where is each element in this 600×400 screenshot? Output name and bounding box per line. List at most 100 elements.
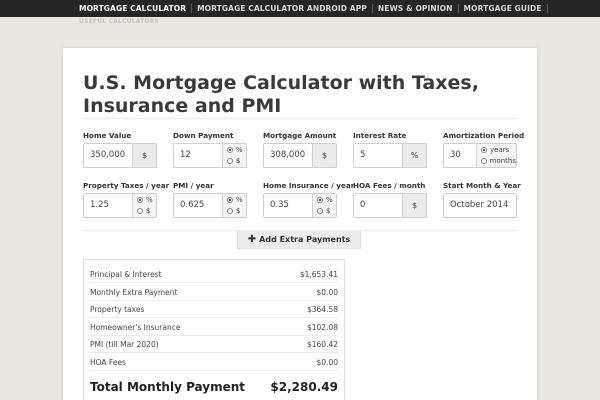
- radio-selected-icon: [317, 197, 323, 203]
- page-title: U.S. Mortgage Calculator with Taxes, Ins…: [83, 72, 479, 117]
- home-insurance-field: Home Insurance / year 0.35 % $: [263, 181, 354, 218]
- down-payment-field: Down Payment 12 % $: [173, 131, 247, 168]
- radio-unselected-icon: [227, 158, 233, 164]
- start-month-field: Start Month & Year October 2014: [443, 181, 521, 218]
- nav-item-mortgage-calculator[interactable]: MORTGAGE CALCULATOR: [74, 4, 191, 13]
- total-label: Total Monthly Payment: [90, 380, 246, 394]
- home-value-input[interactable]: 350,000: [83, 143, 133, 168]
- home-insurance-input[interactable]: 0.35: [263, 193, 313, 218]
- radio-selected-icon: [481, 147, 487, 153]
- down-payment-dollar-option[interactable]: $: [227, 156, 246, 167]
- row-label: Property taxes: [90, 304, 145, 314]
- property-taxes-input[interactable]: 1.25: [83, 193, 133, 218]
- radio-label: $: [236, 157, 241, 165]
- payment-breakdown-table: Principal & Interest $1,653.41 Monthly E…: [83, 259, 345, 400]
- interest-rate-field: Interest Rate 5 %: [353, 131, 427, 168]
- radio-unselected-icon: [137, 208, 143, 214]
- home-value-label: Home Value: [83, 131, 132, 140]
- row-value: $0.00: [316, 357, 338, 367]
- property-taxes-percent-option[interactable]: %: [137, 195, 156, 206]
- top-nav-items: MORTGAGE CALCULATOR MORTGAGE CALCULATOR …: [74, 0, 548, 17]
- radio-label: $: [146, 207, 151, 215]
- row-label: Homeowner's Insurance: [90, 322, 181, 332]
- radio-label: years: [490, 146, 510, 154]
- row-label: HOA Fees: [90, 357, 126, 367]
- nav-item-android-app[interactable]: MORTGAGE CALCULATOR ANDROID APP: [192, 4, 372, 13]
- nav-item-mortgage-guide[interactable]: MORTGAGE GUIDE: [459, 4, 547, 13]
- radio-selected-icon: [227, 147, 233, 153]
- total-value: $2,280.49: [270, 380, 338, 394]
- row-value: $1,653.41: [299, 269, 338, 279]
- table-row: Monthly Extra Payment $0.00: [90, 284, 338, 301]
- radio-label: %: [146, 196, 153, 204]
- property-taxes-unit-toggle: % $: [133, 193, 157, 218]
- amortization-months-option[interactable]: months: [481, 156, 516, 167]
- home-insurance-percent-option[interactable]: %: [317, 195, 336, 206]
- home-value-unit: $: [133, 143, 157, 168]
- row-value: $364.58: [306, 304, 338, 314]
- row-value: $102.08: [306, 322, 338, 332]
- radio-label: %: [236, 196, 243, 204]
- radio-label: $: [236, 207, 241, 215]
- nav-item-news-opinion[interactable]: NEWS & OPINION: [373, 4, 458, 13]
- radio-selected-icon: [227, 197, 233, 203]
- home-value-field: Home Value 350,000 $: [83, 131, 157, 168]
- interest-rate-label: Interest Rate: [353, 131, 407, 140]
- property-taxes-field: Property Taxes / year 1.25 % $: [83, 181, 169, 218]
- row-value: $160.42: [306, 339, 338, 349]
- amortization-input[interactable]: 30: [443, 143, 477, 168]
- row-value: $0.00: [316, 287, 338, 297]
- property-taxes-dollar-option[interactable]: $: [137, 206, 156, 217]
- pmi-input[interactable]: 0.625: [173, 193, 223, 218]
- table-row: HOA Fees $0.00: [90, 354, 338, 371]
- mortgage-amount-label: Mortgage Amount: [263, 131, 337, 140]
- hoa-fees-unit: $: [403, 193, 427, 218]
- pmi-percent-option[interactable]: %: [227, 195, 246, 206]
- row-label: Monthly Extra Payment: [90, 287, 178, 297]
- plus-icon: ✚: [247, 233, 257, 245]
- start-month-input[interactable]: October 2014: [443, 193, 517, 218]
- pmi-unit-toggle: % $: [223, 193, 247, 218]
- radio-selected-icon: [137, 197, 143, 203]
- title-divider: [83, 118, 518, 119]
- down-payment-unit-toggle: % $: [223, 143, 247, 168]
- radio-unselected-icon: [227, 208, 233, 214]
- radio-unselected-icon: [317, 208, 323, 214]
- hoa-fees-label: HOA Fees / month: [353, 181, 426, 190]
- table-row: PMI (till Mar 2020) $160.42: [90, 336, 338, 353]
- add-extra-payments-label: Add Extra Payments: [259, 235, 351, 244]
- hoa-fees-field: HOA Fees / month 0 $: [353, 181, 427, 218]
- pmi-field: PMI / year 0.625 % $: [173, 181, 247, 218]
- add-extra-payments-button[interactable]: ✚ Add Extra Payments: [237, 231, 361, 249]
- pmi-dollar-option[interactable]: $: [227, 206, 246, 217]
- home-insurance-dollar-option[interactable]: $: [317, 206, 336, 217]
- amortization-label: Amortization Period: [443, 131, 525, 140]
- hoa-fees-input[interactable]: 0: [353, 193, 403, 218]
- mortgage-amount-field: Mortgage Amount 308,000 $: [263, 131, 337, 168]
- nav-divider: [546, 4, 548, 13]
- radio-label: %: [326, 196, 333, 204]
- total-monthly-payment-row: Total Monthly Payment $2,280.49: [90, 376, 338, 398]
- home-insurance-label: Home Insurance / year: [263, 181, 355, 190]
- down-payment-input[interactable]: 12: [173, 143, 223, 168]
- mortgage-amount-input[interactable]: 308,000: [263, 143, 313, 168]
- down-payment-percent-option[interactable]: %: [227, 145, 246, 156]
- home-insurance-unit-toggle: % $: [313, 193, 337, 218]
- mortgage-amount-unit: $: [313, 143, 337, 168]
- amortization-years-option[interactable]: years: [481, 145, 516, 156]
- row-label: PMI (till Mar 2020): [90, 339, 159, 349]
- start-month-label: Start Month & Year: [443, 181, 521, 190]
- radio-label: months: [489, 157, 516, 165]
- radio-label: %: [236, 146, 243, 154]
- calculator-card: U.S. Mortgage Calculator with Taxes, Ins…: [63, 48, 537, 400]
- radio-label: $: [326, 207, 331, 215]
- interest-rate-input[interactable]: 5: [353, 143, 403, 168]
- amortization-field: Amortization Period 30 years months: [443, 131, 524, 168]
- top-nav-bar: MORTGAGE CALCULATOR MORTGAGE CALCULATOR …: [0, 0, 600, 17]
- table-row: Homeowner's Insurance $102.08: [90, 319, 338, 336]
- radio-unselected-icon: [481, 158, 487, 164]
- row-label: Principal & Interest: [90, 269, 162, 279]
- amortization-unit-toggle: years months: [477, 143, 517, 168]
- nav-item-useful-calculators[interactable]: USEFUL CALCULATORS: [79, 18, 159, 25]
- interest-rate-unit: %: [403, 143, 427, 168]
